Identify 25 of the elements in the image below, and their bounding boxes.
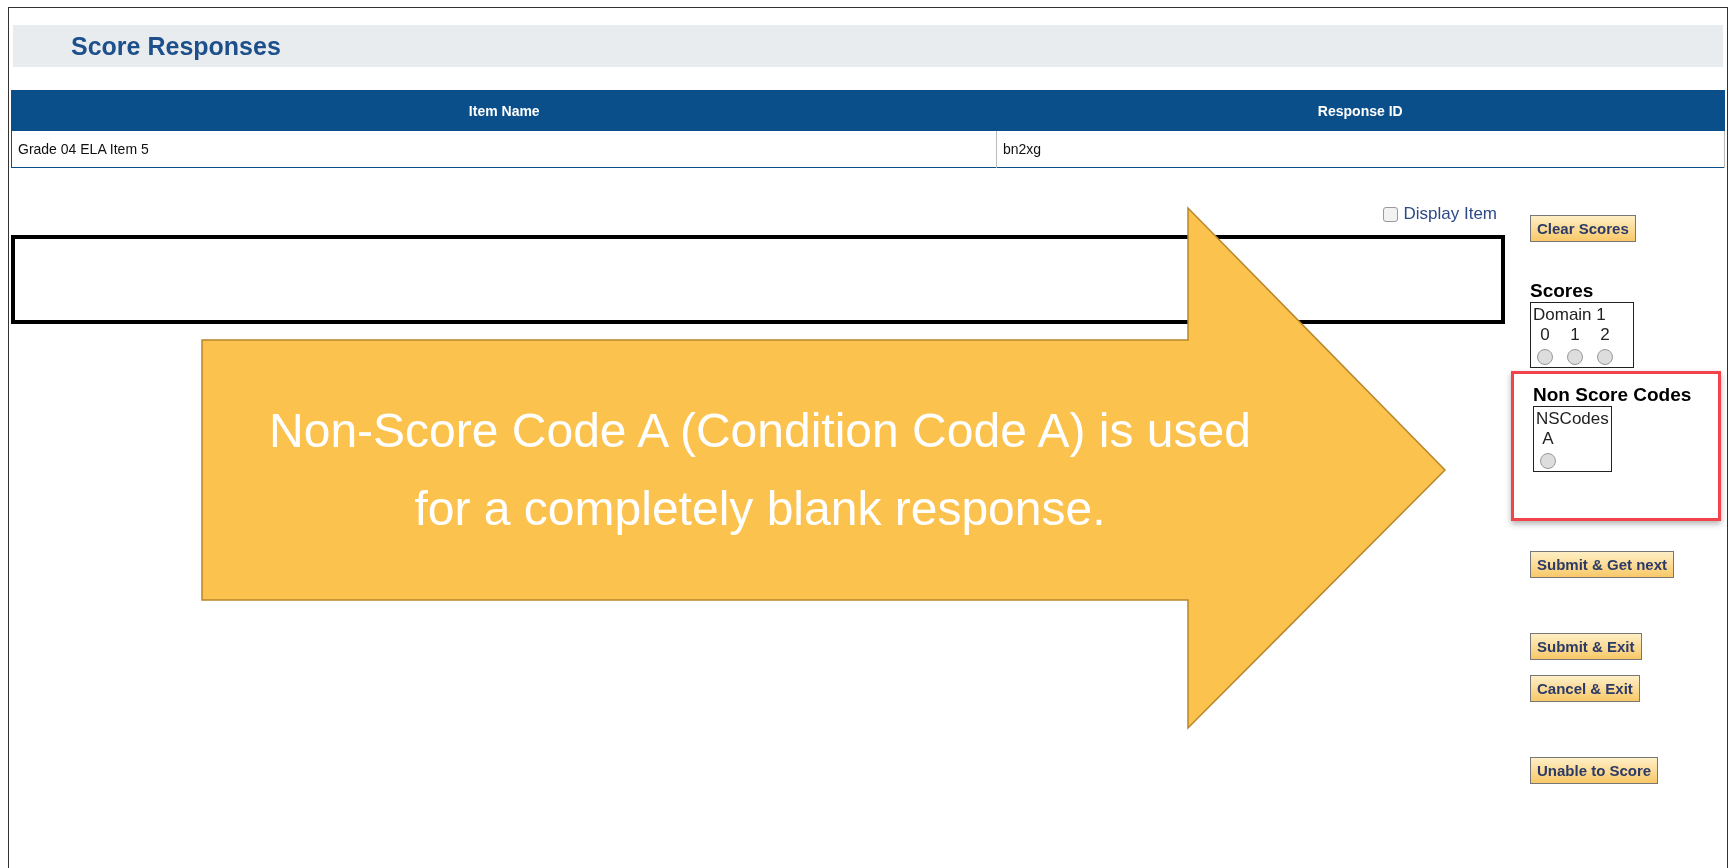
action-button[interactable]: Unable to Score (1530, 757, 1659, 784)
action-button[interactable]: Submit & Exit (1530, 633, 1642, 660)
table-cell: Grade 04 ELA Item 5 (11, 131, 997, 168)
score-radio[interactable] (1537, 349, 1553, 365)
score-label: 0 (1540, 325, 1550, 345)
action-button[interactable]: Cancel & Exit (1530, 675, 1640, 702)
domain-label: Domain 1 (1533, 305, 1607, 325)
display-item-checkbox[interactable] (1383, 206, 1399, 222)
score-label: 2 (1600, 325, 1610, 345)
page-title: Score Responses (71, 31, 281, 61)
table-cell: bn2xg (996, 131, 1725, 168)
column-header: Item Name (11, 90, 997, 131)
display-item-label[interactable]: Display Item (1403, 204, 1497, 224)
callout-text: Non-Score Code A (Condition Code A) is used for a completely blank response. (268, 403, 1252, 537)
score-radio[interactable] (1597, 349, 1613, 365)
non-score-codes-heading: Non Score Codes (1533, 384, 1693, 406)
code-radio[interactable] (1540, 453, 1556, 469)
scores-heading: Scores (1530, 280, 1594, 302)
score-label: 1 (1570, 325, 1580, 345)
code-label: A (1542, 429, 1554, 449)
nscodes-label: NSCodes (1536, 409, 1609, 429)
action-button[interactable]: Submit & Get next (1530, 551, 1674, 578)
column-header: Response ID (996, 90, 1725, 131)
clear-scores-button[interactable]: Clear Scores (1530, 215, 1636, 242)
score-radio[interactable] (1567, 349, 1583, 365)
